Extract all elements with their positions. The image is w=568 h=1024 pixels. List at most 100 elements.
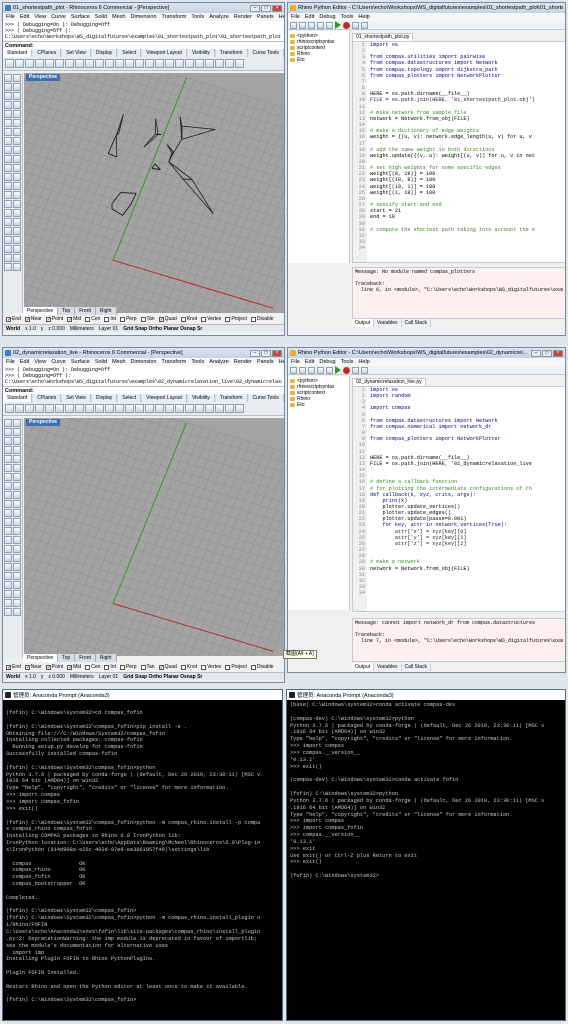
tool-button-icon[interactable] (25, 59, 34, 68)
tool-button-icon[interactable] (155, 59, 164, 68)
close-button[interactable]: × (272, 349, 282, 357)
tool-button-icon[interactable] (4, 500, 12, 508)
terminal-title-bar[interactable]: 管理员: Anaconda Prompt (Anaconda3) (3, 690, 282, 700)
osnap-cen[interactable]: Cen (85, 664, 100, 670)
tool-button-icon[interactable] (4, 101, 12, 109)
osnap-near[interactable]: ✓ Near (24, 664, 42, 670)
tool-button-icon[interactable] (4, 173, 12, 181)
menu-item-analyze[interactable]: Analyze (209, 14, 229, 20)
tool-button-icon[interactable] (13, 608, 21, 616)
tool-button-icon[interactable] (185, 59, 194, 68)
tool-button-icon[interactable] (4, 545, 12, 553)
osnap-quad[interactable]: ✓ Quad (158, 664, 177, 670)
checkbox[interactable] (104, 316, 110, 322)
osnap-mid[interactable]: ✓ Mid (67, 664, 81, 670)
tab-viewport-layout[interactable]: Viewport Layout (142, 394, 187, 402)
osnap-vertex[interactable]: Vertex (201, 664, 221, 670)
tool-button-icon[interactable] (85, 59, 94, 68)
tool-button-icon[interactable] (235, 59, 244, 68)
checkbox[interactable]: ✓ (24, 664, 30, 670)
tool-button-icon[interactable] (35, 404, 44, 413)
osnap-end[interactable]: ✓ End (6, 664, 21, 670)
tab-top[interactable]: Top (58, 654, 76, 662)
menu-item-render[interactable]: Render (234, 14, 252, 20)
checkbox[interactable] (225, 664, 231, 670)
tool-button-icon[interactable] (85, 404, 94, 413)
tool-button-icon[interactable] (13, 227, 21, 235)
osnap-cen[interactable]: Cen (85, 316, 100, 322)
save-icon[interactable] (308, 21, 315, 29)
osnap-int[interactable]: Int (104, 316, 116, 322)
tab-curve-tools[interactable]: Curve Tools (248, 49, 284, 57)
tool-button-icon[interactable] (13, 572, 21, 580)
tool-button-icon[interactable] (4, 473, 12, 481)
tool-button-icon[interactable] (13, 464, 21, 472)
tab-right[interactable]: Right (96, 654, 117, 662)
tool-button-icon[interactable] (13, 437, 21, 445)
tab-output[interactable]: Output (352, 319, 375, 327)
menu-item-panels[interactable]: Panels (257, 14, 274, 20)
menu-item-view[interactable]: View (34, 14, 46, 20)
tool-button-icon[interactable] (5, 404, 14, 413)
menu-item-solid[interactable]: Solid (95, 359, 107, 365)
viewport-label[interactable]: Perspective (26, 74, 61, 81)
tool-button-icon[interactable] (15, 59, 24, 68)
tool-button-icon[interactable] (4, 581, 12, 589)
tool-button-icon[interactable] (4, 119, 12, 127)
checkbox[interactable] (140, 316, 146, 322)
osnap-int[interactable]: Int (104, 664, 116, 670)
menu-item-file[interactable]: File (6, 14, 15, 20)
checkbox[interactable] (180, 664, 186, 670)
tool-button-icon[interactable] (105, 59, 114, 68)
tool-button-icon[interactable] (4, 146, 12, 154)
tool-button-icon[interactable] (4, 536, 12, 544)
tab-standard[interactable]: Standard (3, 49, 33, 57)
menu-item-analyze[interactable]: Analyze (209, 359, 229, 365)
maximize-button[interactable]: □ (542, 349, 552, 357)
file-tab[interactable]: 02_dynamicrelaxation_live.py (352, 378, 426, 386)
tool-button-icon[interactable] (4, 92, 12, 100)
tab-transform[interactable]: Transform (215, 49, 248, 57)
checkbox[interactable] (119, 664, 125, 670)
tool-button-icon[interactable] (13, 590, 21, 598)
osnap-quad[interactable]: ✓ Quad (158, 316, 177, 322)
tool-button-icon[interactable] (115, 59, 124, 68)
menu-item-mesh[interactable]: Mesh (112, 14, 125, 20)
modeling-aids[interactable]: Grid Snap Ortho Planar Osnap Sr (123, 674, 202, 680)
menu-item-dimension[interactable]: Dimension (131, 14, 157, 20)
tool-button-icon[interactable] (13, 245, 21, 253)
osnap-perp[interactable]: Perp (119, 316, 137, 322)
close-button[interactable]: × (553, 349, 563, 357)
file-tab[interactable]: 01_shortestpath_plot.py (352, 33, 414, 41)
osnap-project[interactable]: Project (225, 664, 247, 670)
tool-button-icon[interactable] (65, 59, 74, 68)
checkbox[interactable] (201, 664, 207, 670)
tool-button-icon[interactable] (13, 518, 21, 526)
code-lines[interactable]: import os from compas.utilities import p… (367, 42, 565, 262)
tool-button-icon[interactable] (215, 404, 224, 413)
tool-button-icon[interactable] (4, 227, 12, 235)
tool-button-icon[interactable] (4, 137, 12, 145)
menu-item-edit[interactable]: Edit (305, 14, 314, 20)
rhino-title-bar[interactable]: 02_dynamicrelaxation_live - Rhinoceros 6… (3, 348, 284, 358)
tool-button-icon[interactable] (13, 173, 21, 181)
tree-item[interactable]: Eto (290, 57, 347, 63)
osnap-point[interactable]: ✓ Point (45, 316, 63, 322)
breakpoint-icon[interactable] (343, 21, 350, 29)
tool-button-icon[interactable] (4, 572, 12, 580)
tool-button-icon[interactable] (4, 518, 12, 526)
checkbox[interactable] (140, 664, 146, 670)
checkbox[interactable] (180, 316, 186, 322)
tool-button-icon[interactable] (13, 182, 21, 190)
tool-button-icon[interactable] (175, 59, 184, 68)
code-line[interactable]: # compute the shortest path taking into … (370, 227, 565, 233)
tool-button-icon[interactable] (205, 404, 214, 413)
command-prompt[interactable]: Command: (3, 386, 284, 394)
rhino-title-bar[interactable]: 01_shortestpath_plot - Rhinoceros 6 Comm… (3, 3, 284, 13)
cut-icon[interactable] (317, 366, 324, 374)
tool-button-icon[interactable] (15, 404, 24, 413)
menu-item-help[interactable]: Help (358, 359, 369, 365)
tool-button-icon[interactable] (4, 245, 12, 253)
open-file-icon[interactable] (299, 21, 306, 29)
terminal-output[interactable]: (fofin) C:\Windows\system32>cd compas_fo… (3, 700, 282, 1006)
